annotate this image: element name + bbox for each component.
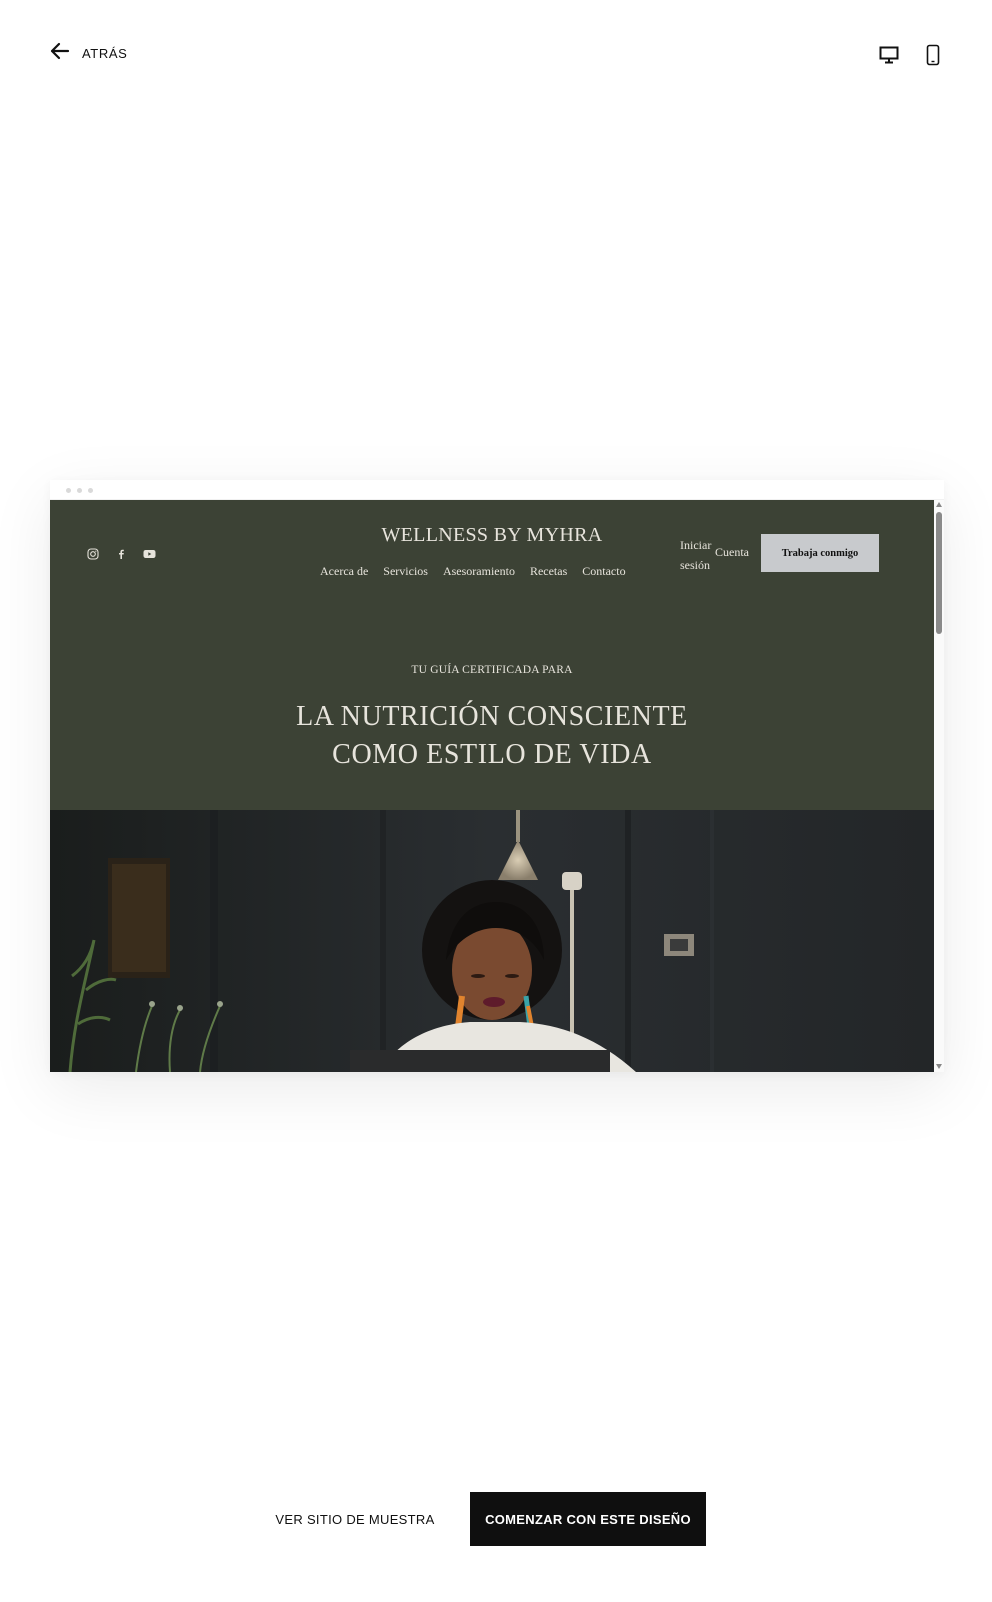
hero-photo-illustration bbox=[50, 810, 934, 1072]
browser-chrome bbox=[50, 480, 944, 500]
template-site[interactable]: WELLNESS BY MYHRA Acerca de Servicios As… bbox=[50, 500, 934, 1072]
hero-eyebrow: TU GUÍA CERTIFICADA PARA bbox=[411, 664, 573, 676]
window-dot bbox=[77, 488, 82, 493]
top-bar: ATRÁS bbox=[0, 0, 992, 110]
youtube-icon[interactable] bbox=[142, 547, 156, 561]
window-dot bbox=[66, 488, 71, 493]
nav-item-asesoramiento[interactable]: Asesoramiento bbox=[443, 564, 515, 579]
start-with-design-button[interactable]: COMENZAR CON ESTE DISEÑO bbox=[470, 1492, 706, 1546]
headline-line-2: COMO ESTILO DE VIDA bbox=[332, 739, 652, 770]
hero-photo bbox=[50, 810, 934, 1072]
scrollbar-thumb[interactable] bbox=[936, 512, 942, 634]
nav-item-recetas[interactable]: Recetas bbox=[530, 564, 567, 579]
mobile-view-button[interactable] bbox=[920, 42, 946, 68]
back-label: ATRÁS bbox=[82, 46, 128, 61]
work-with-me-button[interactable]: Trabaja conmigo bbox=[761, 534, 879, 572]
login-link[interactable]: Iniciar sesión bbox=[680, 535, 718, 575]
scroll-up-arrow-icon[interactable] bbox=[936, 502, 942, 507]
site-nav: Acerca de Servicios Asesoramiento Receta… bbox=[320, 564, 626, 579]
facebook-icon[interactable] bbox=[114, 547, 128, 561]
arrow-left-icon bbox=[50, 42, 70, 65]
account-link[interactable]: Cuenta bbox=[715, 545, 749, 560]
back-button[interactable]: ATRÁS bbox=[50, 42, 127, 65]
nav-item-contacto[interactable]: Contacto bbox=[582, 564, 625, 579]
mobile-phone-icon bbox=[926, 44, 940, 66]
instagram-icon[interactable] bbox=[86, 547, 100, 561]
hero-headline: LA NUTRICIÓN CONSCIENTE COMO ESTILO DE V… bbox=[50, 698, 934, 774]
desktop-icon bbox=[879, 46, 899, 64]
desktop-view-button[interactable] bbox=[876, 42, 902, 68]
view-sample-site-link[interactable]: VER SITIO DE MUESTRA bbox=[270, 1492, 440, 1546]
window-dots bbox=[66, 488, 93, 493]
nav-item-servicios[interactable]: Servicios bbox=[383, 564, 428, 579]
social-links bbox=[86, 547, 156, 561]
window-dot bbox=[88, 488, 93, 493]
headline-line-1: LA NUTRICIÓN CONSCIENTE bbox=[296, 701, 688, 732]
template-preview-frame: WELLNESS BY MYHRA Acerca de Servicios As… bbox=[50, 480, 944, 1072]
scroll-down-arrow-icon[interactable] bbox=[936, 1064, 942, 1069]
preview-scrollbar[interactable] bbox=[934, 500, 944, 1072]
nav-item-acerca-de[interactable]: Acerca de bbox=[320, 564, 368, 579]
